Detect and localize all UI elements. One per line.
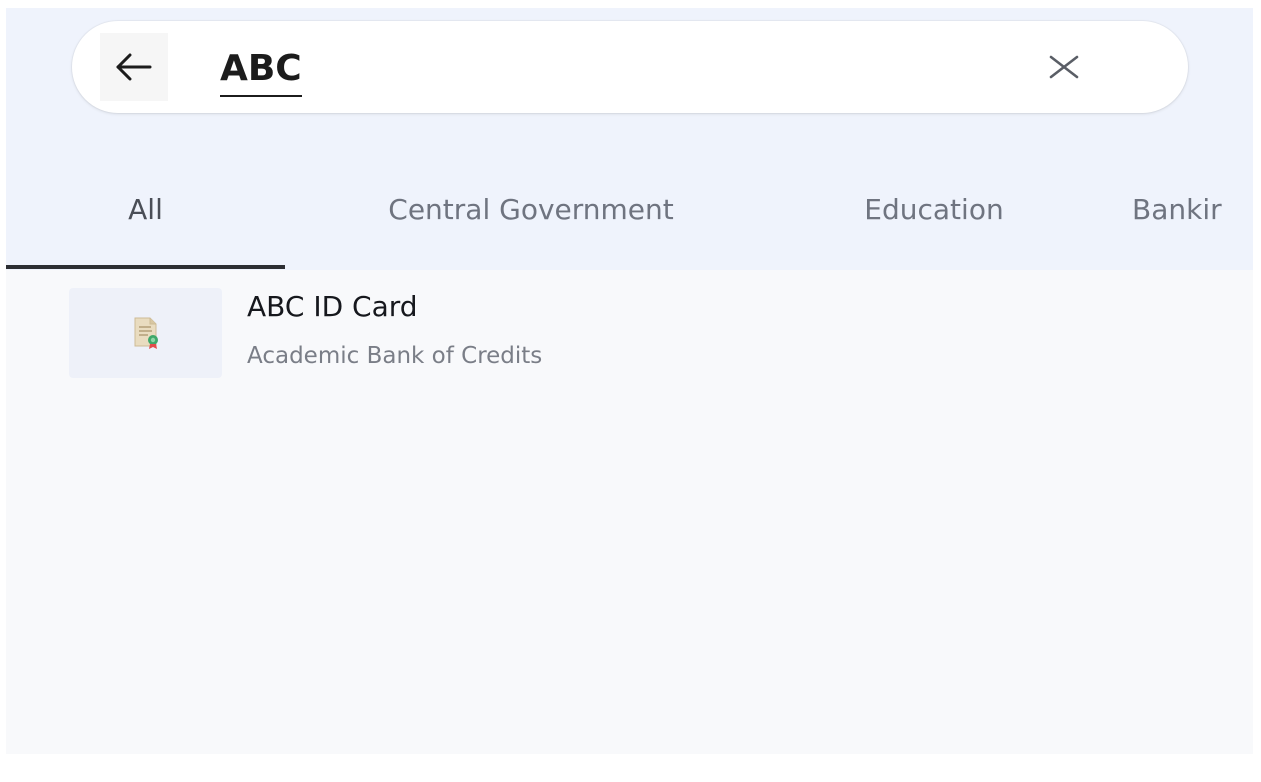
category-tabs: All Central Government Education Bankir bbox=[6, 178, 1253, 270]
close-icon bbox=[1049, 55, 1079, 79]
tab-all[interactable]: All bbox=[6, 178, 285, 270]
search-screen: ABC All Central Government Education Ban… bbox=[6, 8, 1253, 754]
clear-search-button[interactable] bbox=[1040, 43, 1088, 91]
result-thumbnail bbox=[69, 288, 222, 378]
certificate-document-icon bbox=[134, 317, 158, 349]
active-tab-indicator bbox=[6, 265, 285, 269]
result-title: ABC ID Card bbox=[247, 290, 418, 323]
tab-central-government[interactable]: Central Government bbox=[316, 178, 746, 270]
back-button[interactable] bbox=[100, 33, 168, 101]
result-subtitle: Academic Bank of Credits bbox=[247, 343, 543, 369]
tab-education[interactable]: Education bbox=[822, 178, 1046, 270]
list-item[interactable]: ABC ID Card Academic Bank of Credits bbox=[69, 288, 1219, 378]
search-input[interactable]: ABC bbox=[220, 43, 302, 97]
search-header: ABC All Central Government Education Ban… bbox=[6, 8, 1253, 270]
search-bar[interactable]: ABC bbox=[72, 21, 1188, 113]
tab-banking[interactable]: Bankir bbox=[1120, 178, 1253, 270]
arrow-left-icon bbox=[116, 53, 152, 81]
